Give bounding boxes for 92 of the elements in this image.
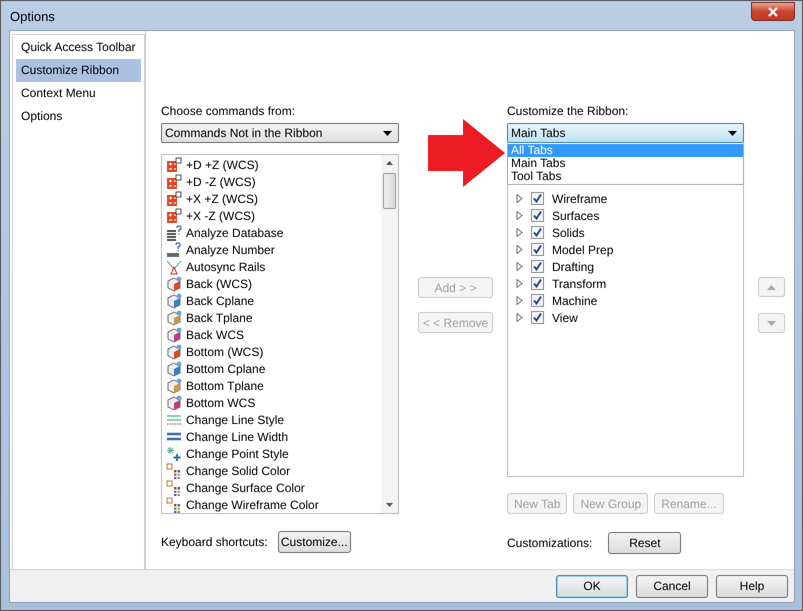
commands-label: Choose commands from: <box>161 104 296 118</box>
command-item[interactable]: Back Cplane <box>186 294 254 308</box>
ribbon-dropdown[interactable]: Main Tabs <box>507 123 744 143</box>
command-item[interactable]: Change Line Width <box>186 430 288 444</box>
checkbox[interactable] <box>531 243 544 256</box>
checkbox[interactable] <box>531 311 544 324</box>
command-item[interactable]: Autosync Rails <box>186 260 266 274</box>
tree-item[interactable]: Solids <box>552 226 585 240</box>
tree-item[interactable]: Model Prep <box>552 242 614 256</box>
expand-icon[interactable] <box>516 313 523 322</box>
command-item[interactable]: Bottom WCS <box>186 396 256 410</box>
command-icon <box>166 258 182 274</box>
expand-icon[interactable] <box>516 194 523 203</box>
command-icon <box>166 360 182 376</box>
expand-icon[interactable] <box>516 296 523 305</box>
command-icon <box>166 378 182 394</box>
window-title: Options <box>10 9 55 24</box>
scroll-up-icon <box>386 161 393 165</box>
dropdown-option[interactable]: Main Tabs <box>508 157 743 170</box>
down-arrow-icon <box>767 320 776 326</box>
command-icon <box>166 242 182 258</box>
sidebar-item[interactable]: Customize Ribbon <box>16 59 141 82</box>
caret-icon <box>383 130 392 136</box>
command-item[interactable]: Analyze Number <box>186 242 275 256</box>
expand-icon[interactable] <box>516 245 523 254</box>
checkbox[interactable] <box>531 277 544 290</box>
command-item[interactable]: Back Tplane <box>186 310 252 324</box>
command-item[interactable]: Bottom Cplane <box>186 362 266 376</box>
command-icon <box>166 276 182 292</box>
command-icon <box>166 344 182 360</box>
tree-item[interactable]: Machine <box>552 294 598 308</box>
expand-icon[interactable] <box>516 211 523 220</box>
command-icon <box>166 208 182 224</box>
close-button[interactable] <box>751 2 795 21</box>
tree-item[interactable]: Transform <box>552 276 606 290</box>
command-item[interactable]: +D -Z (WCS) <box>186 174 256 188</box>
commands-dropdown[interactable]: Commands Not in the Ribbon <box>161 123 399 143</box>
command-item[interactable]: Change Surface Color <box>186 480 305 494</box>
command-item[interactable]: +X -Z (WCS) <box>186 208 255 222</box>
command-icon <box>166 190 182 206</box>
sidebar-item[interactable]: Options <box>16 105 141 128</box>
customize-button[interactable]: Customize... <box>278 531 351 553</box>
tree-item[interactable]: Drafting <box>552 260 594 274</box>
checkbox[interactable] <box>531 209 544 222</box>
command-icon <box>166 480 182 496</box>
command-item[interactable]: Change Solid Color <box>186 464 290 478</box>
up-arrow-icon <box>767 284 776 290</box>
command-item[interactable]: Back (WCS) <box>186 276 252 290</box>
command-item[interactable]: Change Point Style <box>186 446 289 460</box>
dropdown-option[interactable]: Tool Tabs <box>508 170 743 183</box>
customizations-label: Customizations: <box>507 536 592 550</box>
expand-icon[interactable] <box>516 279 523 288</box>
checkbox[interactable] <box>531 260 544 273</box>
tree-item[interactable]: Wireframe <box>552 192 608 206</box>
checkbox[interactable] <box>531 226 544 239</box>
command-icon <box>166 292 182 308</box>
command-icon <box>166 224 182 240</box>
command-icon <box>166 310 182 326</box>
command-item[interactable]: Change Wireframe Color <box>186 498 319 512</box>
command-icon <box>166 462 182 478</box>
expand-icon[interactable] <box>516 228 523 237</box>
tree-item[interactable]: View <box>552 310 578 324</box>
command-item[interactable]: Change Line Style <box>186 412 284 426</box>
command-item[interactable]: +D +Z (WCS) <box>186 158 259 172</box>
command-icon <box>166 394 182 410</box>
dialog-button[interactable]: Help <box>716 574 788 598</box>
command-icon <box>166 446 182 462</box>
command-item[interactable]: Analyze Database <box>186 226 284 240</box>
command-item[interactable]: Bottom Tplane <box>186 378 264 392</box>
reset-button[interactable]: Reset <box>608 532 682 554</box>
checkbox[interactable] <box>531 294 544 307</box>
expand-icon[interactable] <box>516 262 523 271</box>
close-icon <box>767 6 779 16</box>
sidebar-item[interactable]: Quick Access Toolbar <box>16 36 141 59</box>
command-icon <box>166 496 182 512</box>
command-icon <box>166 174 182 190</box>
command-item[interactable]: Back WCS <box>186 328 244 342</box>
command-icon <box>166 326 182 342</box>
tree-item[interactable]: Surfaces <box>552 208 600 222</box>
scroll-thumb[interactable] <box>383 173 396 209</box>
dialog-button[interactable]: Cancel <box>636 574 708 598</box>
sidebar-item[interactable]: Context Menu <box>16 82 141 105</box>
dialog-button[interactable]: OK <box>556 574 628 598</box>
scrollbar[interactable] <box>381 155 398 513</box>
command-icon <box>166 156 182 172</box>
command-item[interactable]: +X +Z (WCS) <box>186 192 258 206</box>
ribbon-label: Customize the Ribbon: <box>507 104 630 118</box>
caret-icon <box>728 130 737 136</box>
keyboard-shortcuts-label: Keyboard shortcuts: <box>161 535 268 549</box>
command-item[interactable]: Bottom (WCS) <box>186 344 264 358</box>
scroll-down-icon <box>386 503 393 507</box>
checkbox[interactable] <box>531 192 544 205</box>
